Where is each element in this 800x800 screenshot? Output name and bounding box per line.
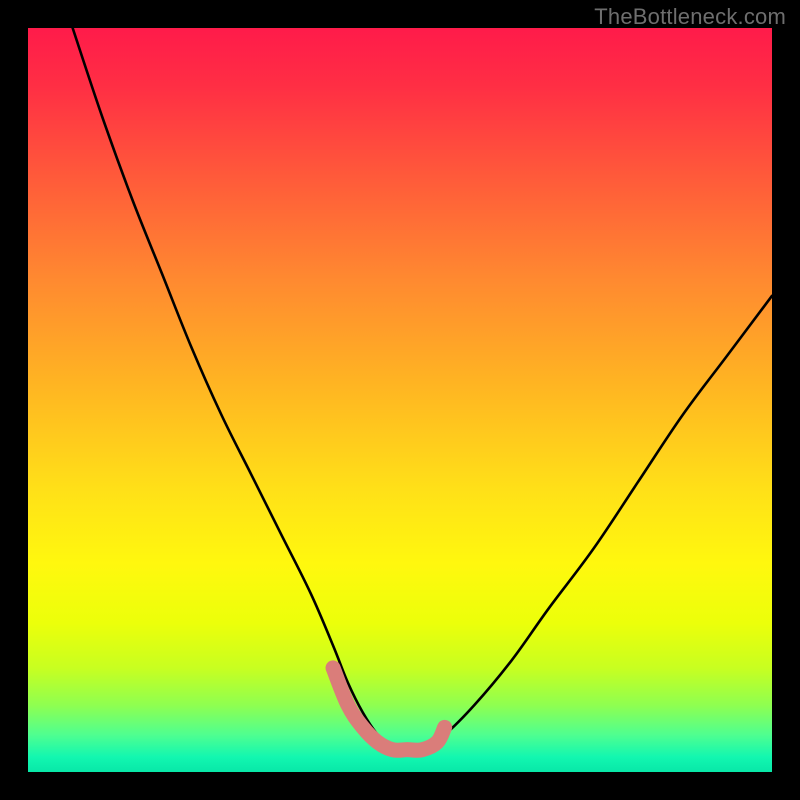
bottleneck-curve — [73, 28, 772, 751]
curve-layer — [28, 28, 772, 772]
plot-area — [28, 28, 772, 772]
watermark-text: TheBottleneck.com — [594, 4, 786, 30]
chart-frame: TheBottleneck.com — [0, 0, 800, 800]
bottleneck-floor-highlight — [333, 668, 445, 750]
